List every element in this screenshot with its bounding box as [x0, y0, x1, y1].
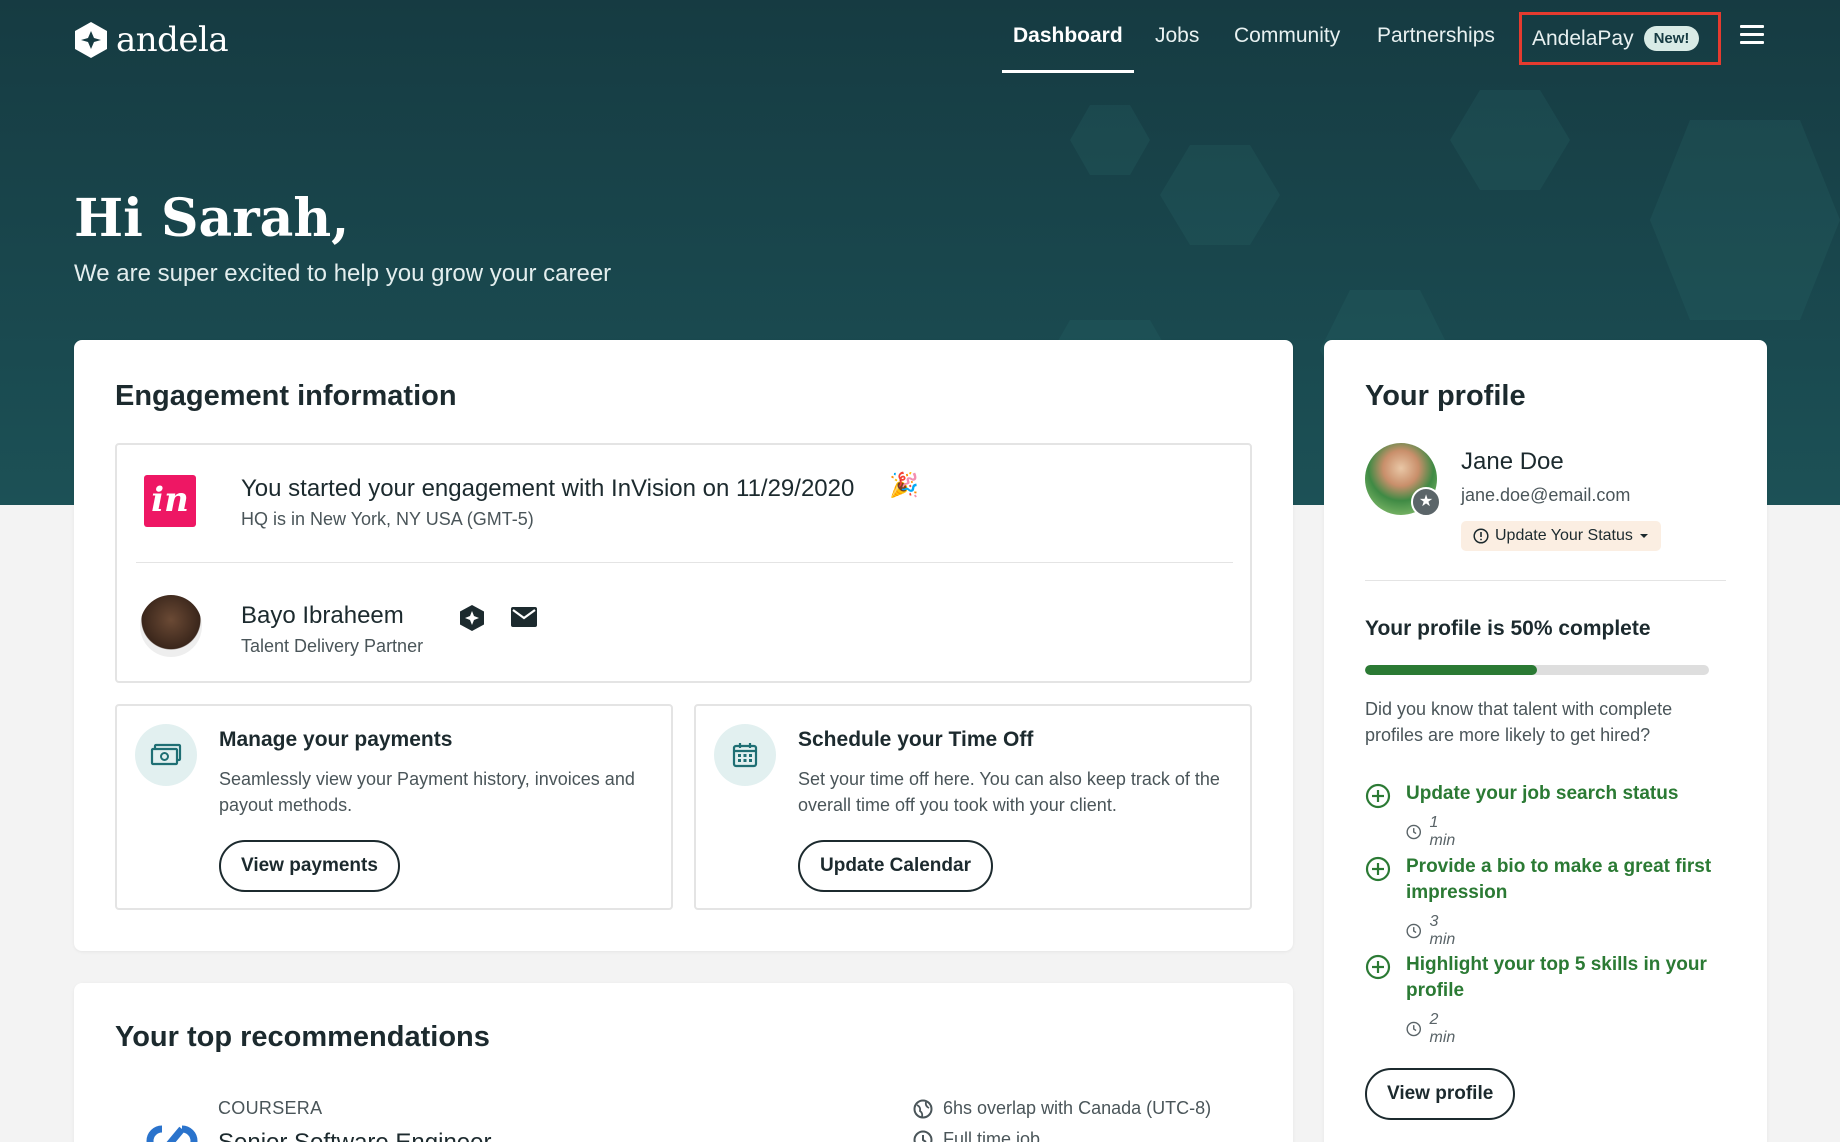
brand-name: andela	[116, 20, 229, 60]
engagement-title: Engagement information	[115, 380, 457, 412]
new-badge: New!	[1643, 26, 1700, 51]
andelapay-label: AndelaPay	[1532, 26, 1634, 50]
engagement-card: Engagement information in You started yo…	[74, 340, 1293, 951]
greeting: Hi Sarah,	[74, 188, 350, 249]
profile-progress-fill	[1365, 665, 1537, 675]
update-status-label: Update Your Status	[1495, 527, 1633, 544]
payments-description: Seamlessly view your Payment history, in…	[219, 769, 635, 815]
job-type-info: Full time job	[913, 1129, 1040, 1142]
money-icon	[135, 724, 197, 786]
andela-logo-icon	[75, 22, 107, 58]
coursera-logo	[146, 1125, 198, 1142]
engagement-details: in You started your engagement with InVi…	[115, 443, 1252, 683]
payments-box: Manage your payments Seamlessly view you…	[115, 704, 673, 910]
task-label[interactable]: Provide a bio to make a great first impr…	[1406, 854, 1726, 906]
task-time-text: 2 min	[1429, 1011, 1456, 1046]
recommendation-job-title[interactable]: Senior Software Engineer	[218, 1129, 492, 1142]
calendar-icon	[714, 724, 776, 786]
clock-icon	[1406, 923, 1422, 939]
job-type-text: Full time job	[943, 1129, 1041, 1142]
task-time-text: 3 min	[1429, 913, 1456, 948]
hamburger-menu-icon[interactable]	[1740, 25, 1764, 45]
andela-logo[interactable]: andela	[74, 20, 229, 60]
task-label[interactable]: Highlight your top 5 skills in your prof…	[1406, 952, 1726, 1004]
recommendations-card: Your top recommendations COURSERA Senior…	[74, 983, 1293, 1142]
task-label[interactable]: Update your job search status	[1406, 781, 1726, 807]
profile-name: Jane Doe	[1461, 448, 1564, 475]
nav-dashboard[interactable]: Dashboard	[1013, 20, 1123, 52]
plus-circle-icon	[1365, 954, 1391, 980]
divider	[136, 562, 1233, 563]
mail-icon[interactable]	[510, 606, 538, 628]
profile-tip: Did you know that talent with complete p…	[1365, 699, 1673, 745]
task-time-text: 1 min	[1429, 814, 1456, 849]
task-time: 1 min	[1406, 814, 1460, 850]
task-time: 3 min	[1406, 913, 1460, 949]
plus-circle-icon	[1365, 783, 1391, 809]
greeting-subtitle: We are super excited to help you grow yo…	[74, 260, 612, 287]
partner-role: Talent Delivery Partner	[241, 636, 424, 656]
clock-icon	[1406, 1021, 1422, 1037]
view-payments-button[interactable]: View payments	[219, 840, 400, 892]
engagement-start-text: You started your engagement with InVisio…	[241, 475, 855, 502]
update-status-dropdown[interactable]: Update Your Status	[1461, 521, 1661, 551]
andela-profile-icon[interactable]	[459, 605, 485, 631]
update-calendar-button[interactable]: Update Calendar	[798, 840, 993, 892]
nav-partnerships[interactable]: Partnerships	[1377, 20, 1495, 52]
caret-down-icon	[1639, 534, 1648, 538]
active-tab-indicator	[1002, 70, 1134, 73]
info-icon	[1473, 528, 1489, 544]
partner-name: Bayo Ibraheem	[241, 602, 404, 629]
nav-andelapay[interactable]: AndelaPay New!	[1519, 12, 1721, 65]
star-icon: ★	[1411, 487, 1441, 517]
partner-avatar	[140, 595, 202, 657]
profile-progress-bar	[1365, 665, 1709, 675]
payments-title: Manage your payments	[219, 728, 453, 751]
timeoff-description: Set your time off here. You can also kee…	[798, 769, 1220, 815]
profile-card: Your profile ★ Jane Doe jane.doe@email.c…	[1324, 340, 1767, 1142]
timeoff-title: Schedule your Time Off	[798, 728, 1034, 751]
timeoff-box: Schedule your Time Off Set your time off…	[694, 704, 1252, 910]
clock-icon	[913, 1130, 933, 1142]
view-profile-button[interactable]: View profile	[1365, 1068, 1516, 1120]
clock-icon	[1406, 824, 1422, 840]
top-nav: andela Dashboard Jobs Community Partners…	[0, 0, 1840, 76]
nav-jobs[interactable]: Jobs	[1155, 20, 1199, 52]
nav-community[interactable]: Community	[1234, 20, 1340, 52]
profile-title: Your profile	[1365, 380, 1526, 412]
globe-icon	[913, 1099, 933, 1118]
plus-circle-icon	[1365, 856, 1391, 882]
engagement-hq-text: HQ is in New York, NY USA (GMT-5)	[241, 509, 534, 529]
invision-logo: in	[144, 475, 196, 527]
recommendation-company: COURSERA	[218, 1098, 323, 1118]
divider	[1365, 580, 1726, 581]
recommendations-title: Your top recommendations	[115, 1021, 490, 1053]
overlap-text: 6hs overlap with Canada (UTC-8)	[943, 1098, 1212, 1118]
profile-completion-text: Your profile is 50% complete	[1365, 617, 1651, 640]
profile-email: jane.doe@email.com	[1461, 485, 1631, 505]
overlap-info: 6hs overlap with Canada (UTC-8)	[913, 1098, 1211, 1119]
party-popper-icon: 🎉	[889, 472, 919, 499]
task-time: 2 min	[1406, 1011, 1460, 1047]
